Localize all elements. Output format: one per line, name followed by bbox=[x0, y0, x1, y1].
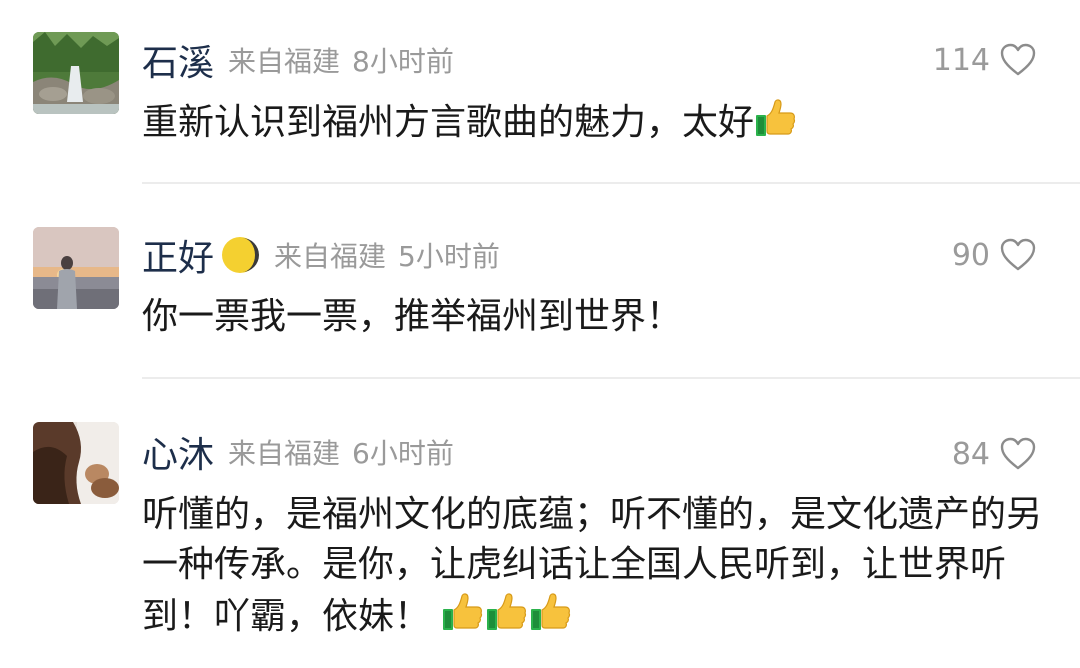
crescent-moon-icon bbox=[220, 235, 260, 275]
comment-header: 正好 来自福建 5小时前 bbox=[142, 231, 500, 279]
username[interactable]: 石溪 bbox=[142, 34, 214, 86]
thumbs-up-icon bbox=[754, 96, 798, 140]
location-label: 来自福建 bbox=[274, 240, 387, 273]
like-button[interactable]: 114 bbox=[933, 36, 1036, 84]
comment-text: 你一票我一票，推举福州到世界！ bbox=[142, 293, 1047, 341]
divider bbox=[142, 182, 1080, 184]
comment-text-content: 你一票我一票，推举福州到世界！ bbox=[142, 296, 683, 337]
avatar[interactable] bbox=[33, 32, 119, 114]
avatar[interactable] bbox=[33, 422, 119, 504]
comment-meta: 来自福建 6小时前 bbox=[228, 432, 454, 472]
comment-item: 正好 来自福建 5小时前 90 你一票我一票，推举福州到世界！ bbox=[0, 195, 1080, 380]
heart-icon[interactable] bbox=[1000, 43, 1036, 77]
like-button[interactable]: 90 bbox=[952, 231, 1036, 279]
timestamp: 8小时前 bbox=[352, 45, 454, 78]
username[interactable]: 心沐 bbox=[142, 426, 214, 478]
timestamp: 5小时前 bbox=[398, 240, 500, 273]
silhouette-portrait-avatar bbox=[33, 422, 119, 504]
divider bbox=[142, 377, 1080, 379]
sunset-girl-avatar bbox=[33, 227, 119, 309]
heart-icon[interactable] bbox=[1000, 437, 1036, 471]
timestamp: 6小时前 bbox=[352, 437, 454, 470]
thumbs-up-icon bbox=[529, 590, 573, 634]
avatar[interactable] bbox=[33, 227, 119, 309]
comment-header: 石溪 来自福建 8小时前 bbox=[142, 36, 454, 84]
comment-item: 心沐 来自福建 6小时前 84 听懂的，是福州文化的底蕴；听不懂的，是文化遗产的另… bbox=[0, 390, 1080, 668]
comment-text-content: 重新认识到福州方言歌曲的魅力，太好 bbox=[142, 102, 755, 143]
thumbs-up-icon bbox=[441, 590, 485, 634]
heart-icon[interactable] bbox=[1000, 238, 1036, 272]
comment-header: 心沐 来自福建 6小时前 bbox=[142, 428, 454, 476]
comment-text: 听懂的，是福州文化的底蕴；听不懂的，是文化遗产的另一种传承。是你，让虎纠话让全国… bbox=[142, 490, 1047, 642]
waterfall-landscape-avatar bbox=[33, 32, 119, 114]
comment-text-content: 听懂的，是福州文化的底蕴；听不懂的，是文化遗产的另一种传承。是你，让虎纠话让全国… bbox=[142, 494, 1043, 637]
comment-meta: 来自福建 5小时前 bbox=[274, 235, 500, 275]
location-label: 来自福建 bbox=[228, 45, 341, 78]
like-count: 90 bbox=[951, 237, 990, 273]
location-label: 来自福建 bbox=[228, 437, 341, 470]
comment-item: 石溪 来自福建 8小时前 114 重新认识到福州方言歌曲的魅力，太好 bbox=[0, 0, 1080, 185]
comment-text: 重新认识到福州方言歌曲的魅力，太好 bbox=[142, 96, 1047, 147]
username[interactable]: 正好 bbox=[142, 229, 214, 281]
comment-meta: 来自福建 8小时前 bbox=[228, 40, 454, 80]
thumbs-up-icon bbox=[485, 590, 529, 634]
like-button[interactable]: 84 bbox=[952, 430, 1036, 478]
like-count: 114 bbox=[932, 42, 990, 78]
like-count: 84 bbox=[951, 436, 990, 472]
